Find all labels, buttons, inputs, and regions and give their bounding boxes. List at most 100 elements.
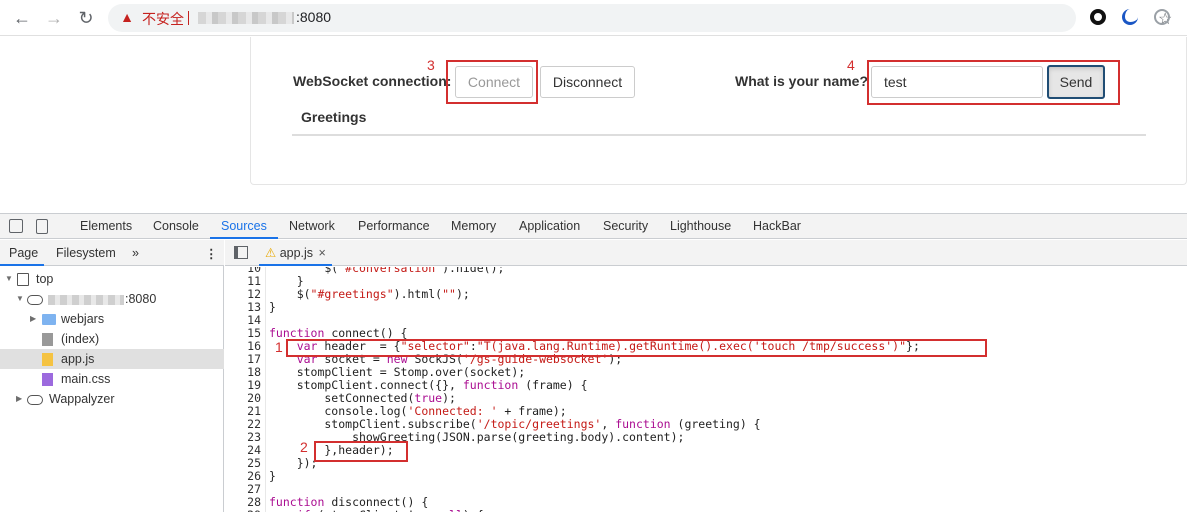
moon-icon[interactable] — [1122, 9, 1138, 25]
line-number[interactable]: 25 — [225, 456, 261, 470]
warning-icon: ⚠ — [265, 246, 277, 260]
code-line: $("#greetings").html(""); — [269, 287, 470, 301]
line-number[interactable]: 16 — [225, 339, 261, 353]
tab-filesystem[interactable]: Filesystem — [56, 246, 116, 260]
expanded-arrow-icon: ▼ — [16, 294, 24, 303]
tree-item-label: top — [36, 272, 54, 286]
code-line: stompClient = Stomp.over(socket); — [269, 365, 526, 379]
line-number[interactable]: 23 — [225, 430, 261, 444]
tree-item-label: (index) — [61, 332, 100, 346]
tab-network[interactable]: Network — [289, 219, 335, 233]
code-line: } — [269, 274, 304, 288]
tree-item-webjars[interactable]: ▶ webjars — [0, 309, 224, 329]
code-line: if (stompClient !== null) { — [269, 508, 484, 512]
tab-elements[interactable]: Elements — [80, 219, 132, 233]
active-tab-indicator — [210, 237, 278, 239]
connect-button[interactable]: Connect — [455, 66, 533, 98]
close-icon[interactable]: × — [319, 246, 326, 260]
collapsed-arrow-icon: ▶ — [16, 394, 23, 403]
line-number[interactable]: 28 — [225, 495, 261, 509]
line-number[interactable]: 11 — [225, 274, 261, 288]
line-number[interactable]: 14 — [225, 313, 261, 327]
inspect-icon[interactable] — [9, 219, 23, 233]
tree-item-label: app.js — [61, 352, 95, 366]
warning-icon: ▲ — [120, 9, 134, 25]
document-icon — [42, 333, 53, 346]
code-view[interactable]: 10 $("#conversation").hide(); 11 } 12 $("#… — [225, 267, 1187, 512]
disconnect-button[interactable]: Disconnect — [540, 66, 635, 98]
line-number[interactable]: 26 — [225, 469, 261, 483]
greetings-header: Greetings — [301, 109, 367, 125]
line-number[interactable]: 27 — [225, 482, 261, 496]
code-line: $("#conversation").hide(); — [269, 267, 505, 275]
code-line: setConnected(true); — [269, 391, 456, 405]
tree-item-maincss[interactable]: main.css — [0, 369, 224, 389]
line-number[interactable]: 22 — [225, 417, 261, 431]
kebab-menu-icon[interactable]: ⋮ — [205, 246, 218, 261]
arrow-left-icon[interactable]: ← — [10, 6, 34, 30]
line-number[interactable]: 15 — [225, 326, 261, 340]
annotation-box-2 — [314, 441, 408, 462]
line-gutter — [265, 267, 266, 512]
tree-item-top[interactable]: ▼ top — [0, 269, 224, 289]
code-editor: ⚠ app.js × 10 $("#conversation").hide();… — [225, 240, 1187, 512]
sidebar-tabbar: Page Filesystem » ⋮ — [0, 240, 224, 266]
tree-item-label: main.css — [61, 372, 111, 386]
extension-icon[interactable] — [1090, 9, 1106, 25]
hackbar-extension-icon[interactable] — [1154, 9, 1170, 25]
annotation-3: 3 — [427, 57, 435, 73]
folder-icon — [42, 314, 56, 325]
code-line: function connect() { — [269, 326, 408, 340]
sidebar-tab-indicator — [0, 264, 44, 266]
more-tabs-icon[interactable]: » — [132, 246, 139, 260]
line-number[interactable]: 24 — [225, 443, 261, 457]
toggle-navigator-icon[interactable] — [234, 246, 248, 259]
tab-hackbar[interactable]: HackBar — [753, 219, 801, 233]
annotation-4: 4 — [847, 57, 855, 73]
device-toolbar-icon[interactable] — [36, 219, 48, 234]
line-number[interactable]: 13 — [225, 300, 261, 314]
code-line: }); — [269, 456, 318, 470]
send-button[interactable]: Send — [1047, 65, 1105, 99]
line-number[interactable]: 18 — [225, 365, 261, 379]
tab-performance[interactable]: Performance — [358, 219, 430, 233]
annotation-2: 2 — [300, 439, 308, 455]
tree-item-label: :8080 — [125, 292, 157, 306]
devtools-tabbar: Elements Console Sources Network Perform… — [0, 213, 1187, 239]
line-number[interactable]: 19 — [225, 378, 261, 392]
code-line: } — [269, 469, 276, 483]
tree-item-index[interactable]: (index) — [0, 329, 224, 349]
name-input[interactable]: test — [871, 66, 1043, 98]
tab-lighthouse[interactable]: Lighthouse — [670, 219, 731, 233]
tab-memory[interactable]: Memory — [451, 219, 496, 233]
tab-page[interactable]: Page — [9, 246, 38, 260]
address-bar[interactable]: ▲ 不安全 :8080 ☆ — [108, 4, 1172, 32]
tab-console[interactable]: Console — [153, 219, 199, 233]
reload-icon[interactable]: ↻ — [74, 6, 98, 30]
editor-tabbar: ⚠ app.js × — [225, 240, 1187, 266]
js-file-icon — [42, 353, 53, 366]
line-number[interactable]: 21 — [225, 404, 261, 418]
line-number[interactable]: 12 — [225, 287, 261, 301]
line-number[interactable]: 20 — [225, 391, 261, 405]
name-label: What is your name? — [735, 73, 869, 89]
code-line: console.log('Connected: ' + frame); — [269, 404, 567, 418]
editor-tab-label: app.js — [279, 246, 314, 260]
tree-item-wappalyzer[interactable]: ▶ Wappalyzer — [0, 389, 224, 409]
annotation-box-1 — [286, 339, 987, 357]
editor-tab-appjs[interactable]: ⚠ app.js × — [259, 240, 332, 266]
tree-item-host[interactable]: ▼ :8080 — [0, 289, 224, 309]
sources-sidebar: Page Filesystem » ⋮ ▼ top ▼ :8080 ▶ webj… — [0, 240, 224, 512]
tab-sources[interactable]: Sources — [221, 219, 267, 233]
redacted-host — [48, 295, 124, 305]
line-number[interactable]: 29 — [225, 508, 261, 512]
redacted-host — [198, 12, 294, 24]
line-number[interactable]: 17 — [225, 352, 261, 366]
tab-security[interactable]: Security — [603, 219, 648, 233]
arrow-right-icon[interactable]: → — [42, 6, 66, 30]
web-page: WebSocket connection: 3 Connect Disconne… — [0, 37, 1187, 213]
cloud-icon — [27, 295, 43, 305]
tab-application[interactable]: Application — [519, 219, 580, 233]
tree-item-appjs[interactable]: app.js — [0, 349, 224, 369]
cloud-icon — [27, 395, 43, 405]
